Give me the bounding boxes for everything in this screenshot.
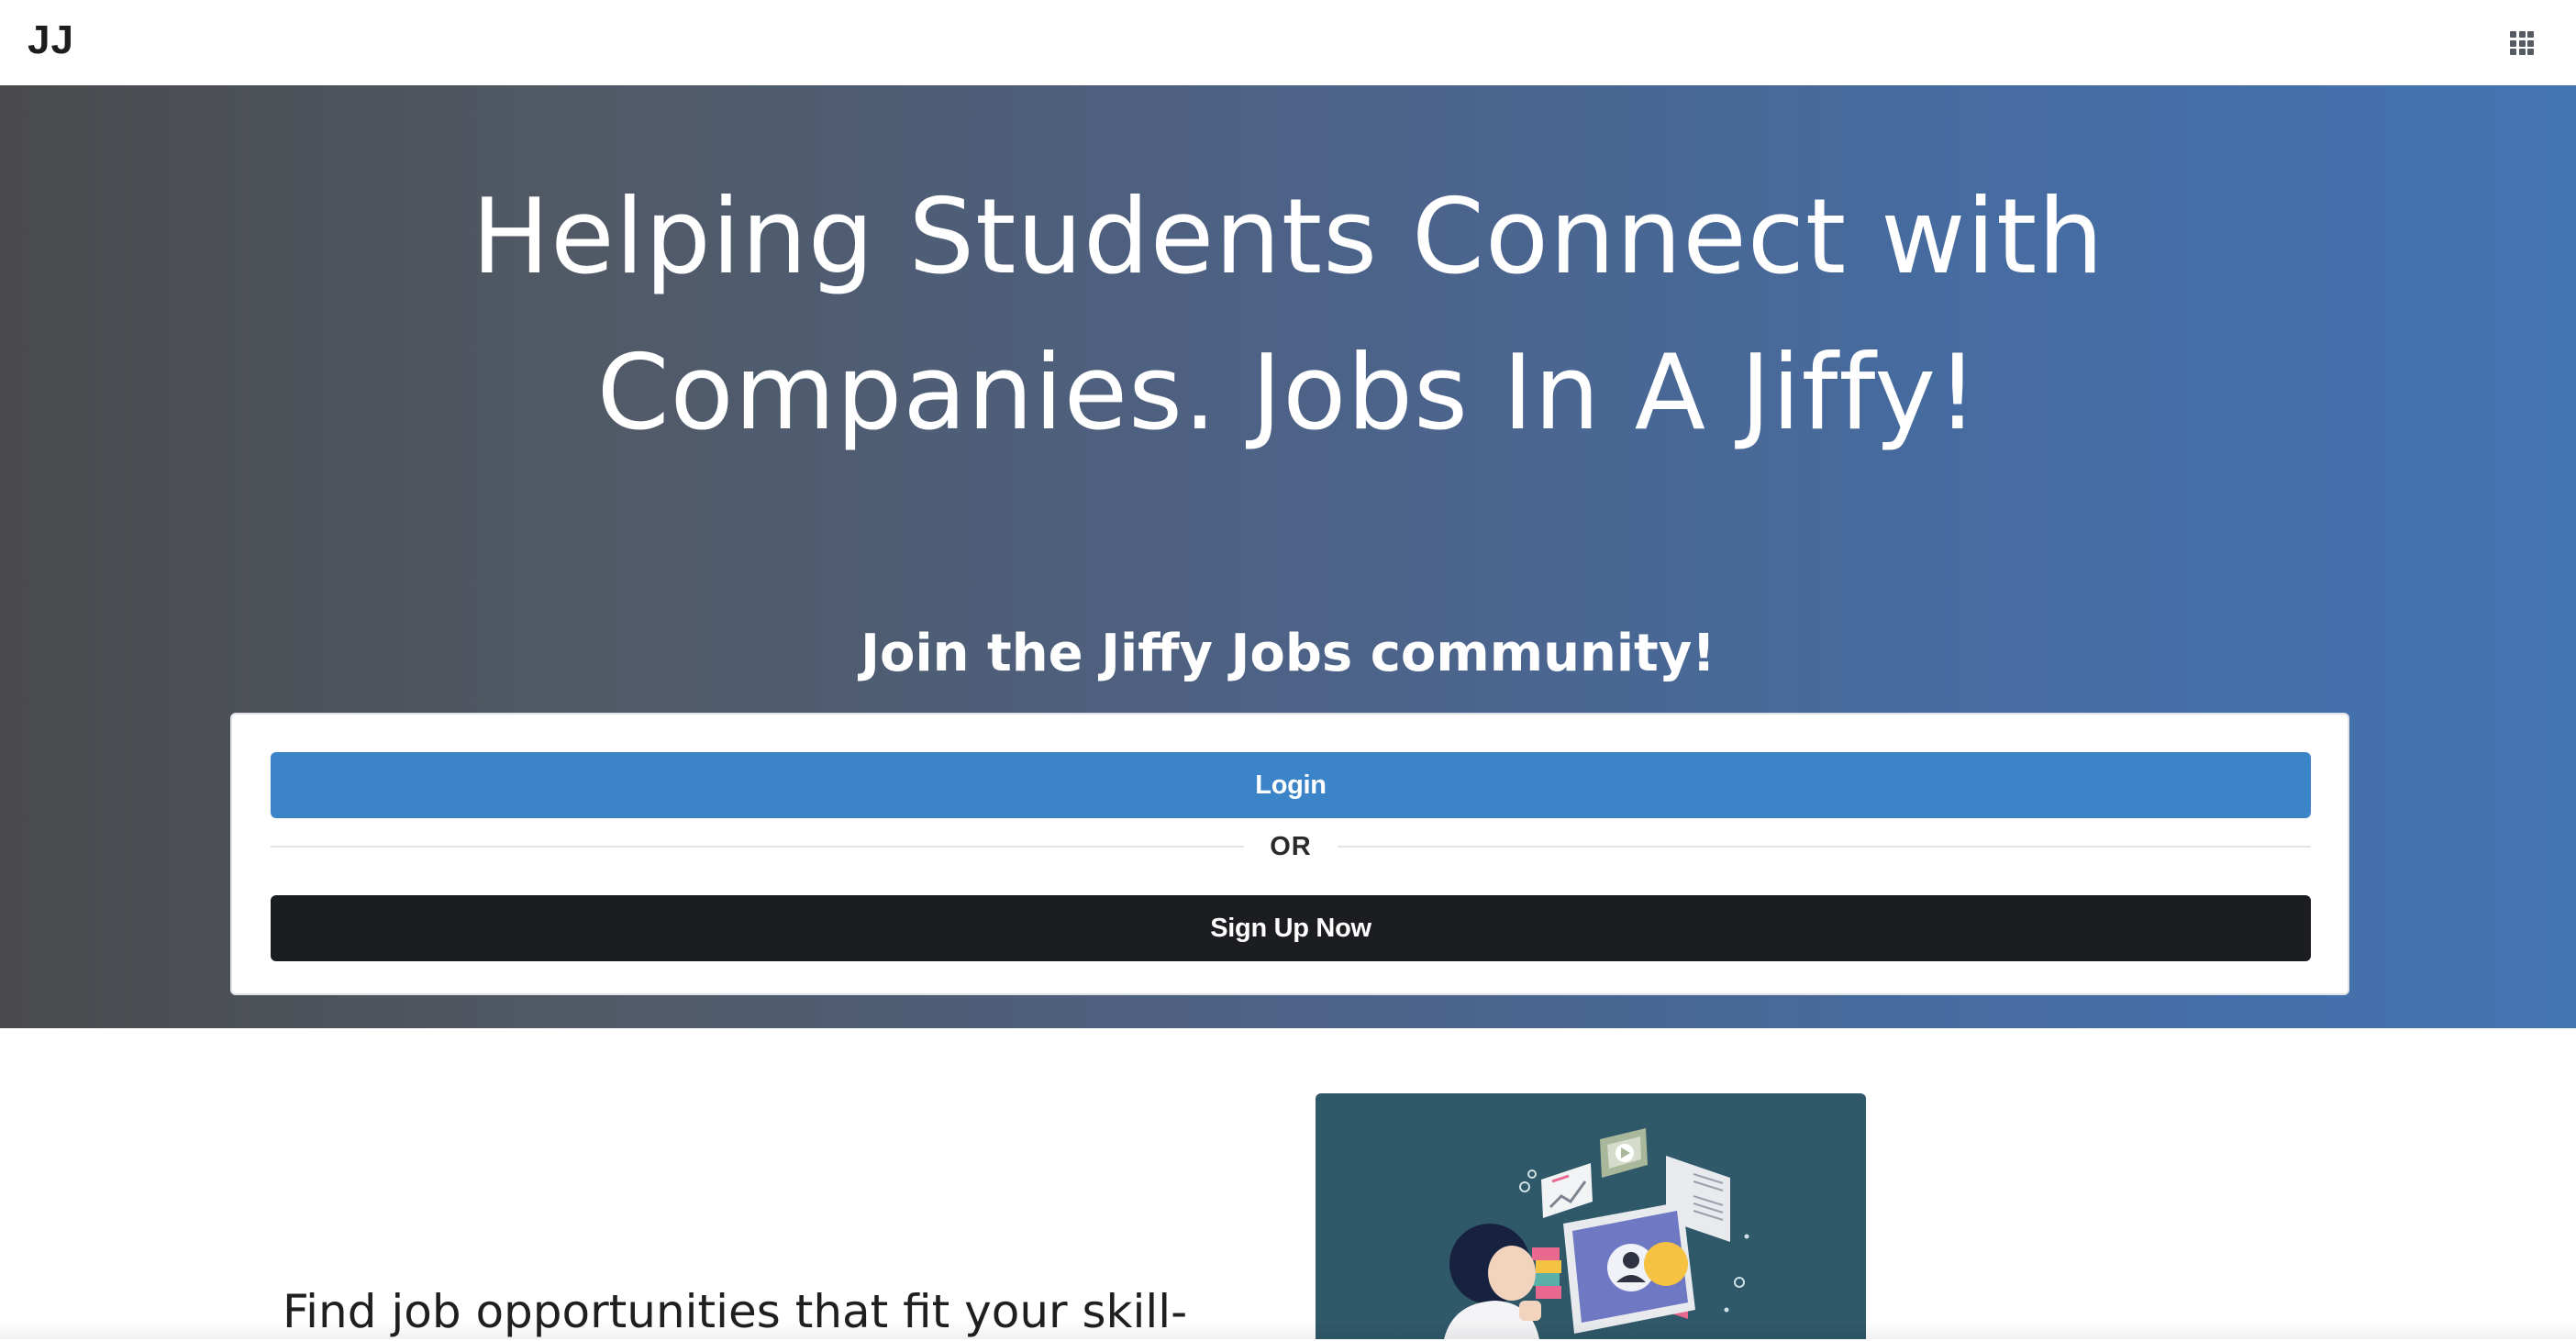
decor-circle <box>1734 1277 1745 1288</box>
hero-section: Helping Students Connect with Companies.… <box>0 85 2576 1028</box>
divider-line-right <box>1337 846 2311 848</box>
decor-circle <box>1519 1181 1530 1192</box>
hero-title: Helping Students Connect with Companies.… <box>275 159 2301 471</box>
hero-title-line-2: Companies. Jobs In A Jiffy! <box>596 332 1980 453</box>
brand-logo[interactable]: JJ <box>28 17 74 64</box>
divider-line-left <box>271 846 1245 848</box>
feature-heading: Find job opportunities that fit your ski… <box>283 1285 1188 1338</box>
video-card-icon <box>1600 1128 1648 1178</box>
chart-card-icon <box>1541 1163 1593 1218</box>
hero-title-line-1: Helping Students Connect with <box>472 176 2104 297</box>
books-illustration <box>1532 1247 1561 1299</box>
decor-circle <box>1527 1169 1537 1179</box>
top-navbar: JJ <box>0 0 2576 85</box>
grid-menu-icon[interactable] <box>2510 31 2534 55</box>
divider-label: OR <box>1270 831 1312 861</box>
hero-subtitle: Join the Jiffy Jobs community! <box>861 624 1715 683</box>
decor-dot <box>1724 1307 1729 1313</box>
signup-button[interactable]: Sign Up Now <box>271 895 2311 961</box>
login-button[interactable]: Login <box>271 752 2311 818</box>
or-divider: OR <box>271 821 2311 872</box>
decor-dot <box>1744 1234 1749 1239</box>
student-figure <box>1444 1224 1541 1339</box>
illustration-svg <box>1444 1128 1749 1339</box>
auth-card: Login OR Sign Up Now <box>230 713 2349 995</box>
student-at-computer-illustration <box>1316 1093 1866 1339</box>
